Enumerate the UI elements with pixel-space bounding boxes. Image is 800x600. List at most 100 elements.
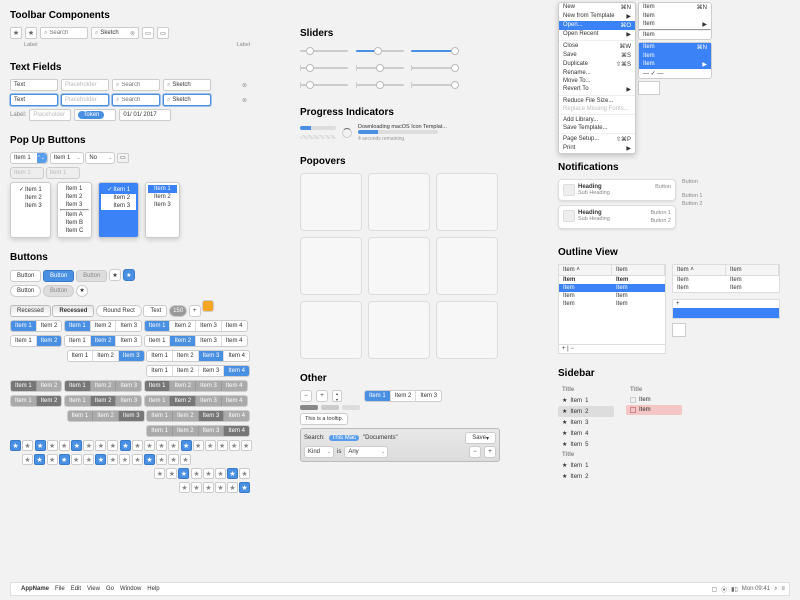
- segment-dark[interactable]: Item 1Item 2Item 3Item 4: [146, 410, 250, 422]
- popup-menu-sel[interactable]: ✓Item 1 Item 2 Item 3: [98, 182, 139, 238]
- segment[interactable]: Item 1Item 2: [10, 335, 62, 347]
- menu-window[interactable]: Window: [120, 586, 141, 592]
- sidebar-item[interactable]: ★Item 4: [558, 428, 614, 439]
- star-segment[interactable]: ★★★★★: [120, 440, 179, 451]
- menu-item[interactable]: Item 3: [60, 201, 90, 209]
- color-swatch[interactable]: [638, 81, 660, 95]
- menu-item[interactable]: Item 3: [101, 202, 136, 210]
- slider-ticks-below[interactable]: [411, 79, 459, 91]
- menu-open[interactable]: Open...⌘O: [559, 21, 635, 30]
- date-field[interactable]: 01/ 01/ 2017: [119, 109, 171, 121]
- slider-ticks[interactable]: [356, 62, 404, 74]
- outline-row[interactable]: ItemItem: [559, 276, 665, 284]
- outline-row[interactable]: ItemItem: [559, 292, 665, 300]
- menu-item[interactable]: Item 2: [148, 193, 177, 201]
- slider-ticks[interactable]: [300, 62, 348, 74]
- slider[interactable]: [300, 45, 348, 57]
- menu-print[interactable]: Print▶: [559, 144, 635, 153]
- kind-popup[interactable]: Kind⌄: [304, 446, 334, 458]
- scrollbar-horizontal[interactable]: [300, 405, 318, 410]
- segment-dark[interactable]: Item 1Item 2Item 3: [64, 380, 142, 392]
- clock[interactable]: Mon 09:41: [742, 586, 770, 592]
- search-icon[interactable]: ⌕: [774, 586, 777, 593]
- minus-button[interactable]: −: [300, 390, 312, 402]
- scope-thismac[interactable]: This Mac: [329, 435, 359, 441]
- star-segment[interactable]: ★★★: [154, 468, 189, 479]
- star-segment[interactable]: ★★★★: [83, 454, 130, 465]
- notif-button-2[interactable]: Button 2: [651, 218, 672, 224]
- text-field-focus[interactable]: Text: [10, 94, 58, 106]
- toolbar-search[interactable]: ⌕: [40, 27, 88, 39]
- segment[interactable]: Item 1Item 2Item 3: [64, 335, 142, 347]
- slider-ticks-below[interactable]: [356, 79, 404, 91]
- outline-footer[interactable]: + | −: [559, 344, 665, 353]
- menu-item[interactable]: Item 3: [13, 202, 48, 210]
- menu-item[interactable]: Item 2: [101, 194, 136, 202]
- scrollbar-horizontal[interactable]: [342, 405, 360, 410]
- star-segment[interactable]: ★★★★★: [191, 468, 250, 479]
- search-focus[interactable]: ⌕: [112, 94, 160, 106]
- submenu-item[interactable]: Item: [639, 31, 711, 39]
- text-button[interactable]: Text: [143, 305, 167, 317]
- remove-rule-button[interactable]: −: [469, 446, 481, 458]
- star-segment[interactable]: ★★★★★★: [181, 440, 252, 451]
- search-sketch[interactable]: ⌕Sketch: [163, 79, 211, 91]
- button-primary[interactable]: Button: [43, 270, 74, 282]
- any-popup[interactable]: Any⌄: [344, 446, 388, 458]
- submenu-item[interactable]: — ✓ —: [639, 69, 711, 78]
- star-button-blue[interactable]: ★: [123, 269, 135, 281]
- segment[interactable]: Item 1Item 2Item 3Item 4: [144, 335, 248, 347]
- star-segment[interactable]: ★★: [22, 454, 45, 465]
- menu-close[interactable]: Close⌘W: [559, 42, 635, 51]
- popup-menu-2[interactable]: Item 1 Item 2 Item 3 Item A Item B Item …: [57, 182, 93, 238]
- plus-button[interactable]: +: [316, 390, 328, 402]
- notification-center-icon[interactable]: ≡: [781, 586, 785, 592]
- popup-button-2[interactable]: Item 1⌄: [50, 152, 84, 164]
- outline-add[interactable]: +: [672, 299, 780, 319]
- text-field[interactable]: Text: [10, 79, 58, 91]
- sidebar-item[interactable]: Item: [626, 395, 682, 405]
- sidebar-item-sel[interactable]: Item: [626, 405, 682, 415]
- toolbar-icon-button[interactable]: ▭: [142, 27, 154, 39]
- scrollbar-horizontal[interactable]: [321, 405, 339, 410]
- popup-menu-1[interactable]: ✓Item 1 Item 2 Item 3: [10, 182, 51, 238]
- menu-file[interactable]: File: [55, 586, 65, 592]
- menu-save[interactable]: Save⌘S: [559, 51, 635, 60]
- menu-pagesetup[interactable]: Page Setup...⇧⌘P: [559, 135, 635, 144]
- notif-button[interactable]: Button: [655, 184, 671, 196]
- text-field-focus-ph[interactable]: Placeholder: [61, 94, 109, 106]
- checkbox[interactable]: ▭: [117, 153, 129, 163]
- segment[interactable]: Item 1Item 2: [10, 320, 62, 332]
- star-segment[interactable]: ★★★★★: [132, 454, 191, 465]
- submenu-item[interactable]: Item⌘N: [639, 3, 711, 12]
- outline-row[interactable]: ItemItem: [673, 284, 779, 292]
- context-menu[interactable]: New⌘N New from Template▶ Open...⌘O Open …: [558, 2, 636, 154]
- slider-ticks[interactable]: [411, 62, 459, 74]
- sidebar-item-sel[interactable]: ★Item 2: [558, 406, 614, 417]
- segment-dark[interactable]: Item 1Item 2Item 3Item 4: [146, 425, 250, 437]
- menu-item[interactable]: Item 1: [60, 185, 90, 193]
- menu-item[interactable]: Item 2: [60, 193, 90, 201]
- segment-dark[interactable]: Item 1Item 2: [10, 380, 62, 392]
- popup-no[interactable]: No⌄: [85, 152, 115, 164]
- tab-segment[interactable]: Item 1Item 2Item 3: [364, 390, 442, 402]
- wifi-icon[interactable]: ⦿: [721, 585, 727, 594]
- submenu-item[interactable]: Item: [639, 12, 711, 20]
- menu-item[interactable]: Item A: [60, 211, 90, 219]
- slider-ticks-below[interactable]: [300, 79, 348, 91]
- sidebar-item[interactable]: ★Item 1: [558, 395, 614, 406]
- button[interactable]: Button: [10, 270, 41, 282]
- submenu-item[interactable]: Item▶: [639, 20, 711, 29]
- sidebar-item[interactable]: ★Item 1: [558, 460, 614, 471]
- toolbar-icon-button-2[interactable]: ▭: [157, 27, 169, 39]
- sidebar-item[interactable]: ★Item 5: [558, 439, 614, 450]
- sidebar-item[interactable]: ★Item 2: [558, 471, 614, 482]
- add-rule-button[interactable]: +: [484, 446, 496, 458]
- toolbar-star-button-2[interactable]: ★: [25, 27, 37, 39]
- segment-dark[interactable]: Item 1Item 2Item 3Item 4: [144, 380, 248, 392]
- segment[interactable]: Item 1Item 2Item 3Item 4: [146, 350, 250, 362]
- menu-reduce[interactable]: Reduce File Size...: [559, 97, 635, 105]
- segment-dark[interactable]: Item 1Item 2Item 3: [64, 395, 142, 407]
- menu-rename[interactable]: Rename...: [559, 69, 635, 77]
- segment[interactable]: Item 1Item 2Item 3: [64, 320, 142, 332]
